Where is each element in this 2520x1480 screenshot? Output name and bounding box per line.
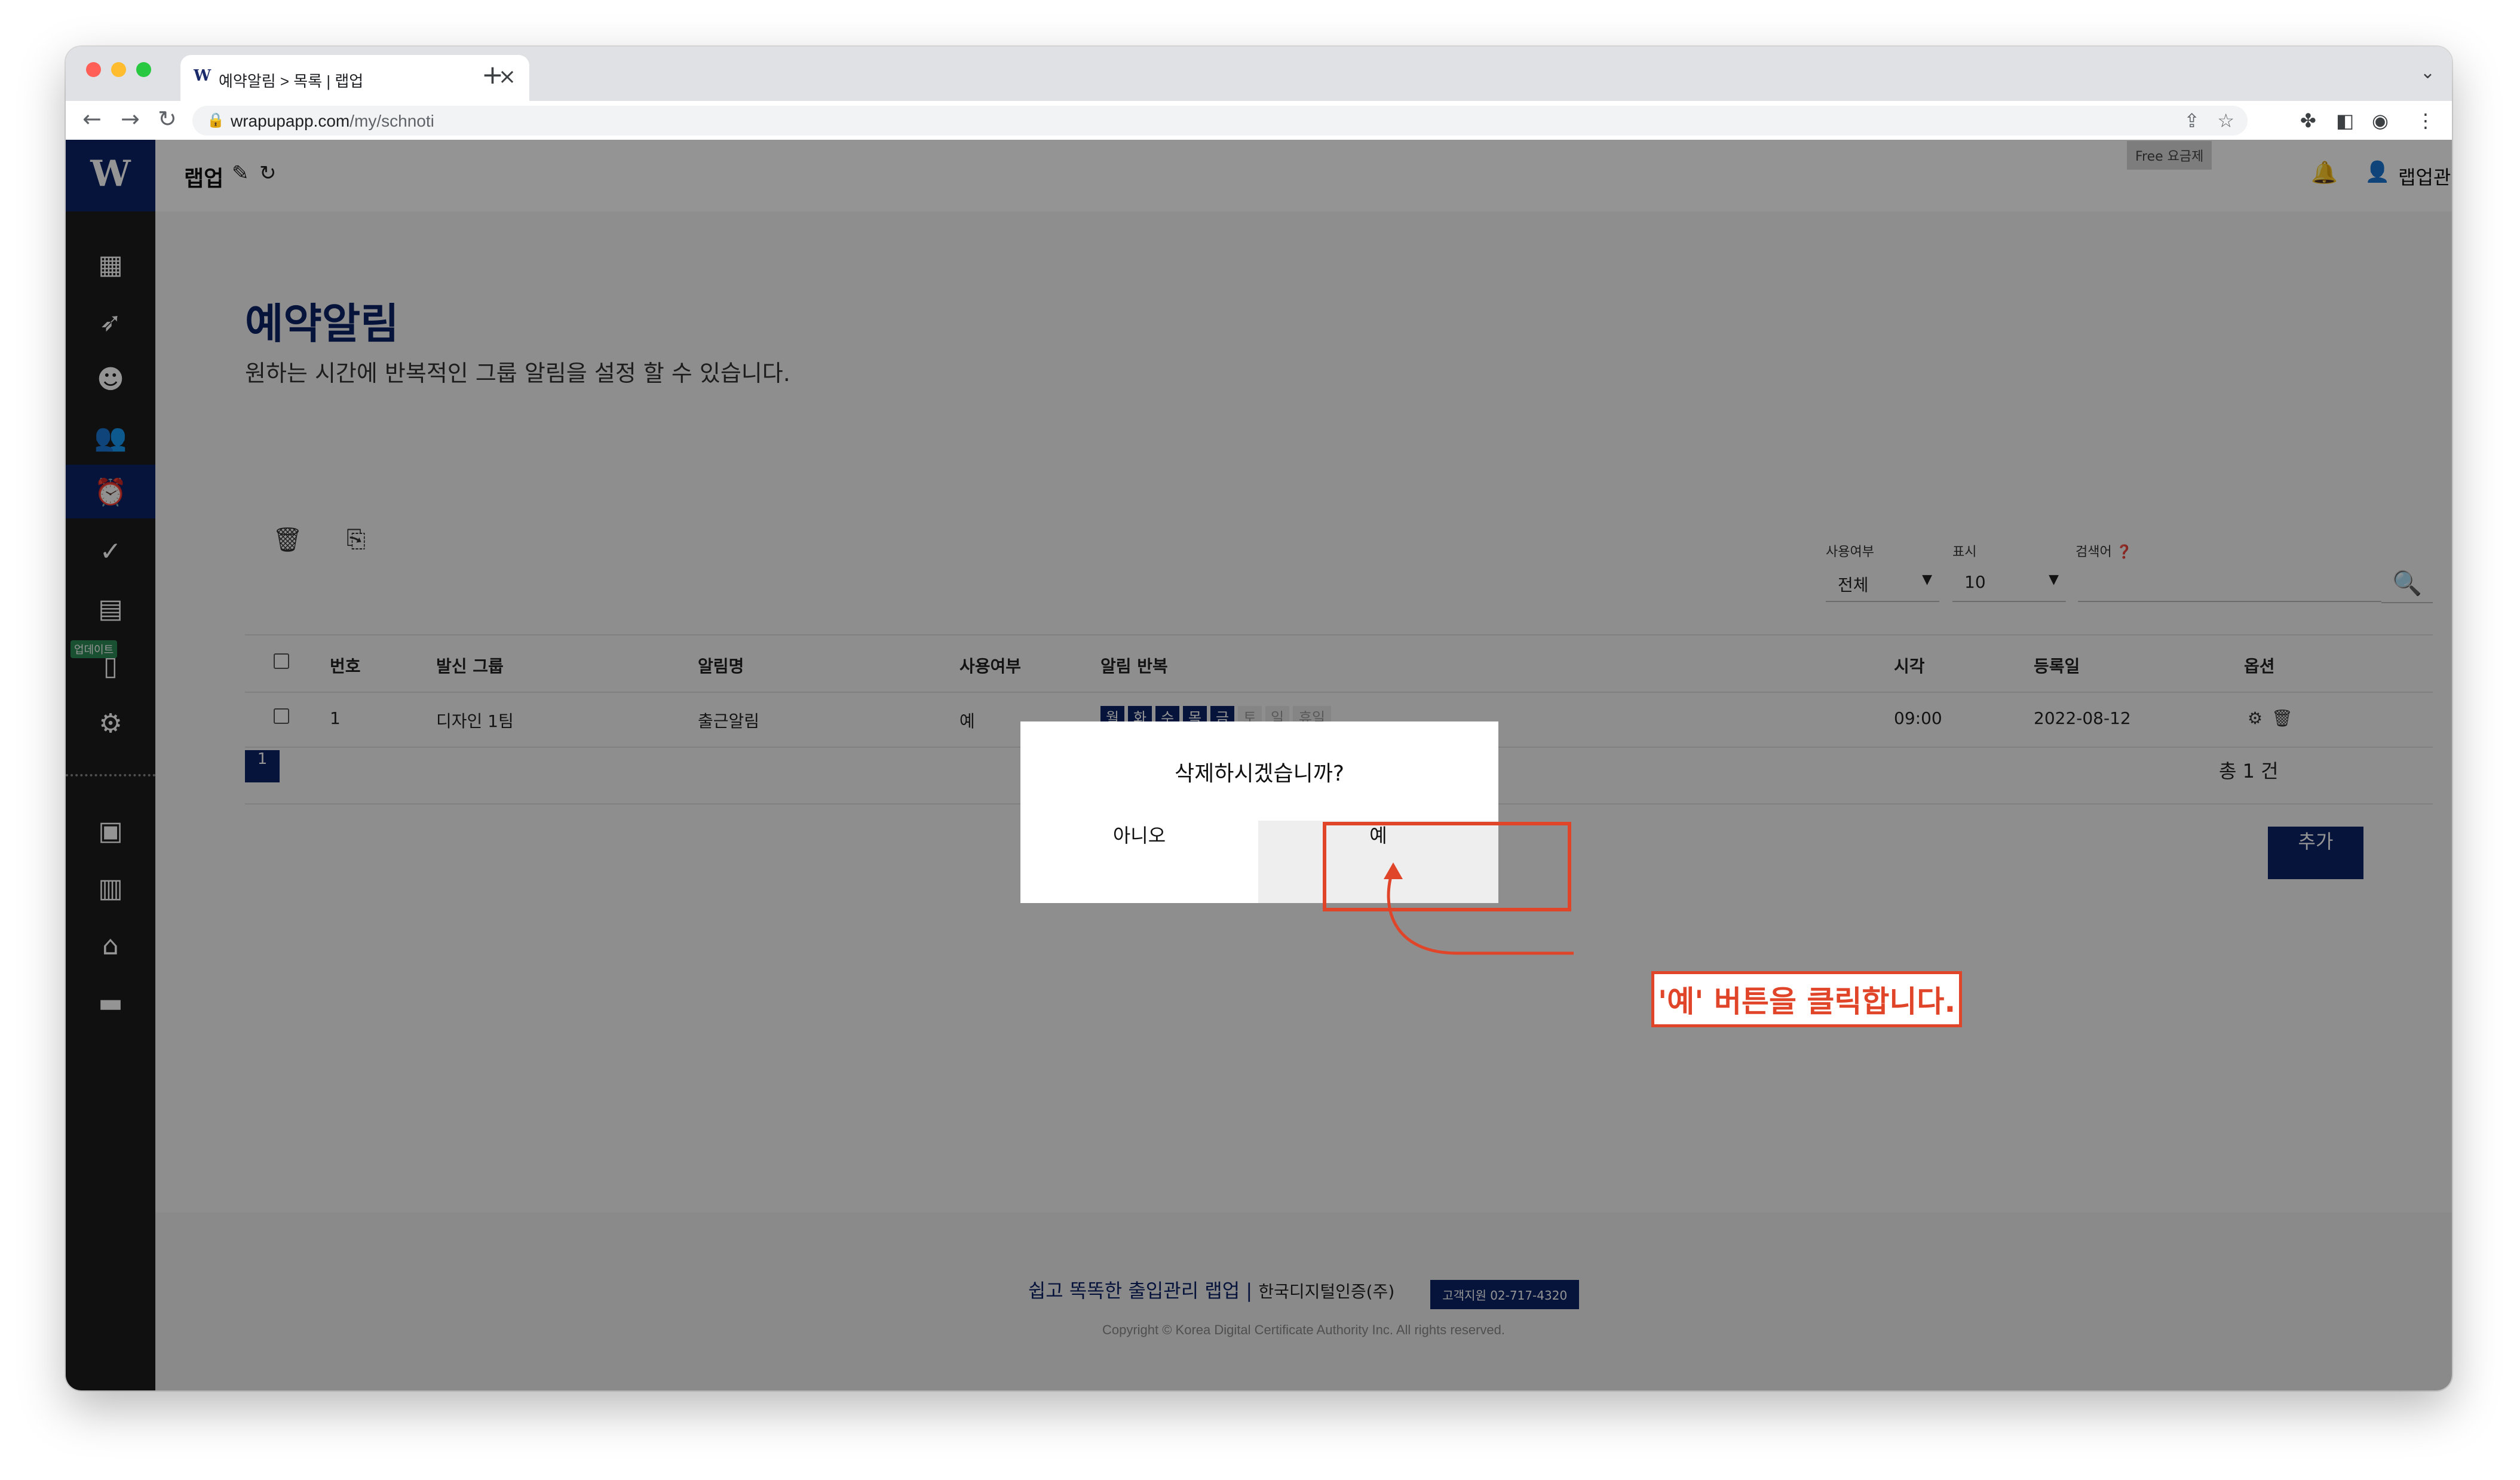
browser-window: W 예약알림 > 목록 | 랩업 × + ⌄ ← → ↻ 🔒 wrapupapp… <box>66 47 2452 1390</box>
callout-arrow <box>1384 862 1574 955</box>
callout-label: '예' 버튼을 클릭합니다. <box>1651 971 1963 1027</box>
